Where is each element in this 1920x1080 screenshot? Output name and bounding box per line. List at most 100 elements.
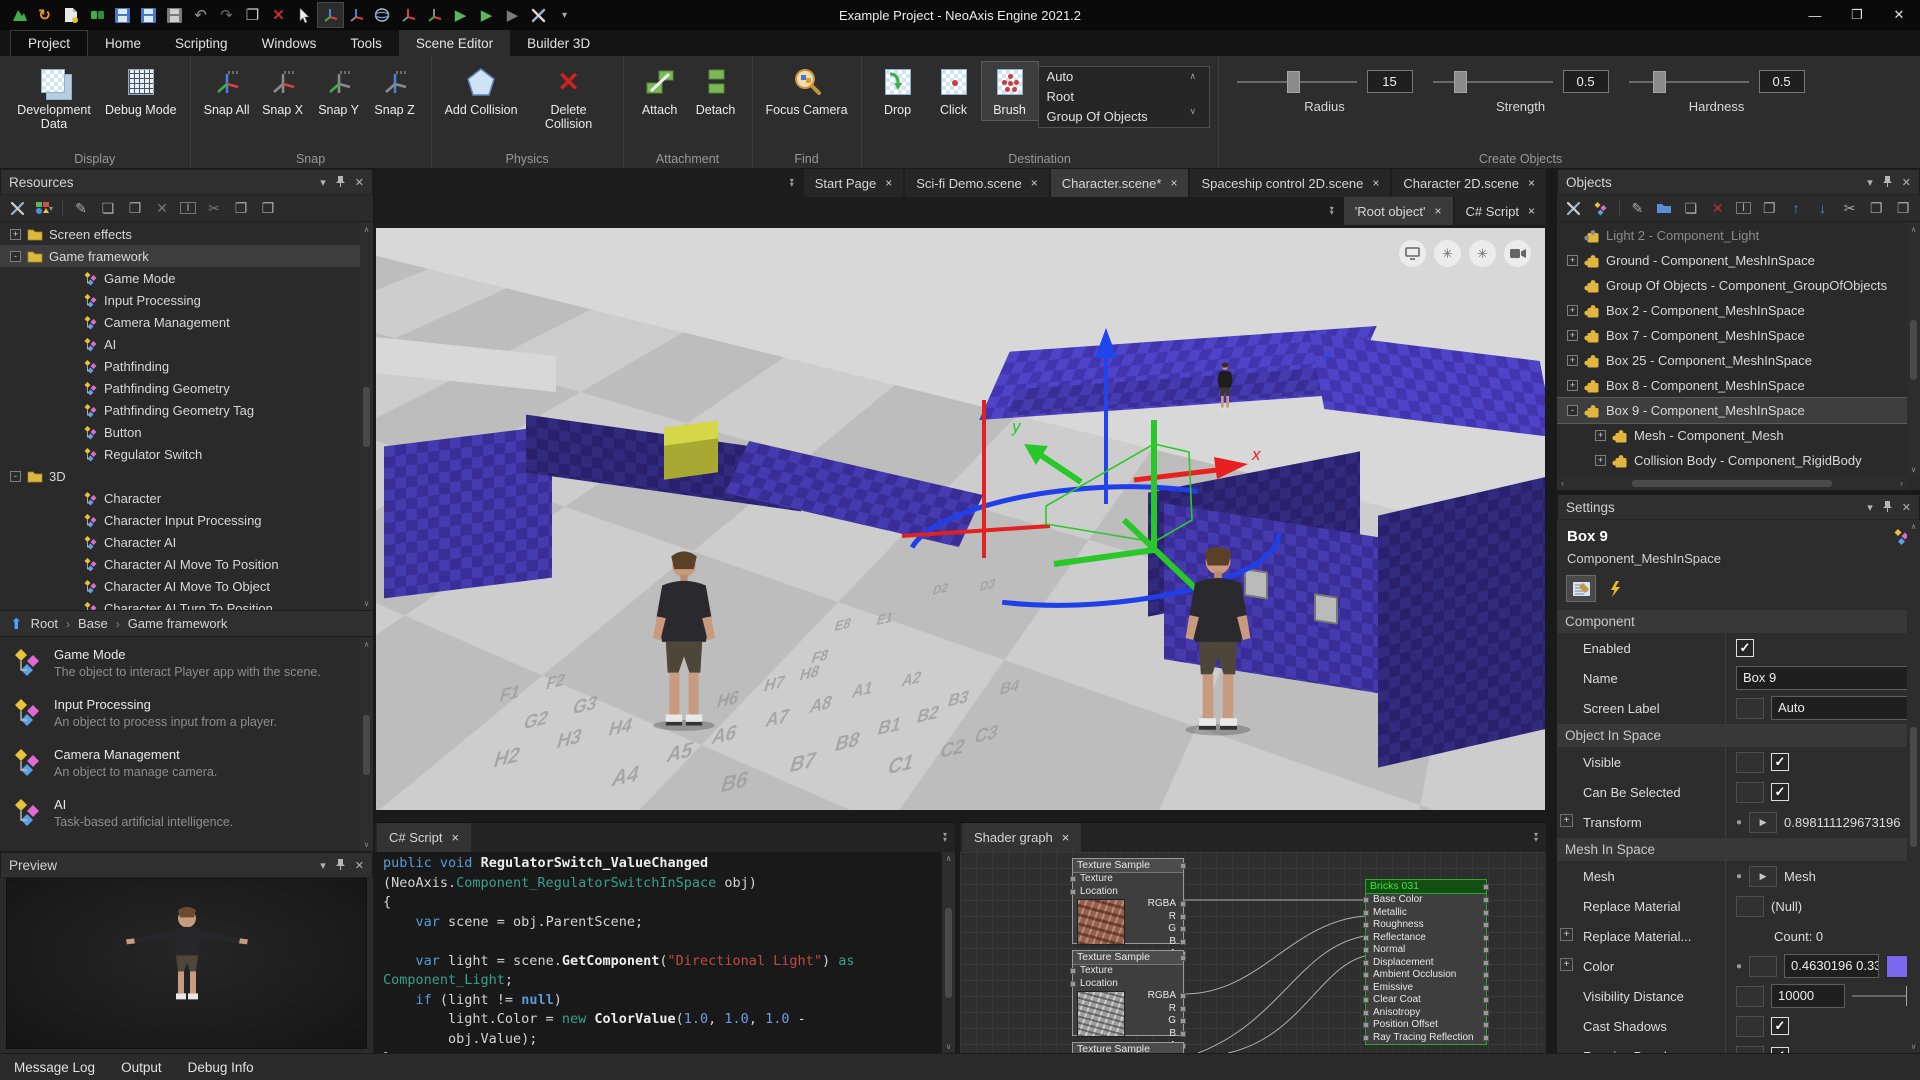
new-file-icon[interactable] — [58, 3, 83, 27]
status-bar-item[interactable]: Message Log — [14, 1060, 95, 1075]
pin-icon[interactable] — [336, 175, 345, 190]
member-item[interactable]: Camera ManagementAn object to manage cam… — [0, 738, 373, 788]
click-button[interactable]: Click — [926, 62, 982, 120]
pin-icon[interactable] — [1883, 500, 1892, 515]
component-icon[interactable] — [1592, 201, 1610, 216]
resources-members[interactable]: ∧∨ Game ModeThe object to interact Playe… — [0, 638, 373, 852]
delete-icon[interactable]: ✕ — [266, 3, 291, 27]
objects-tree[interactable]: ∧∨ Light 2 - Component_Light + Ground - … — [1557, 223, 1920, 476]
texture-sample-node-clipped[interactable]: Texture Sample — [1072, 1042, 1184, 1053]
resource-tree-item[interactable]: Camera Management — [0, 311, 373, 333]
close-tab-icon[interactable]: × — [1528, 204, 1535, 218]
delete-icon[interactable]: ✕ — [153, 200, 171, 217]
attach-button[interactable]: Attach — [632, 62, 688, 120]
save-icon[interactable] — [110, 3, 135, 27]
refresh-icon[interactable]: ↻ — [32, 3, 57, 27]
play-disabled-icon[interactable]: ▶ — [500, 3, 525, 27]
resource-tree-item[interactable]: - 3D — [0, 465, 373, 487]
document-tab[interactable]: Character.scene* × — [1051, 169, 1189, 197]
move-up-icon[interactable]: ↑ — [1787, 200, 1805, 216]
section-mesh-in-space[interactable]: Mesh In Space — [1557, 837, 1920, 861]
bricks-material-node[interactable]: Bricks 031 Base ColorMetallicRoughnessRe… — [1365, 879, 1487, 1045]
play-value-button[interactable]: ▶ — [1749, 866, 1777, 887]
destination-option[interactable]: Group Of Objects — [1039, 107, 1209, 127]
expander[interactable]: + — [10, 229, 21, 240]
panel-menu-icon[interactable]: ▾ — [1867, 176, 1873, 189]
document-tab[interactable]: Sci-fi Demo.scene × — [905, 169, 1049, 197]
default-box[interactable] — [1736, 782, 1764, 803]
close-tab-icon[interactable]: × — [1170, 176, 1177, 190]
ribbon-tab[interactable]: Scripting — [158, 30, 245, 56]
object-tree-item[interactable]: Group Of Objects - Component_GroupOfObje… — [1557, 273, 1920, 298]
move-snap-tool-icon[interactable] — [344, 3, 369, 27]
camera-icon[interactable] — [1504, 240, 1531, 267]
close-tab-icon[interactable]: × — [1528, 176, 1535, 190]
name-input[interactable]: Box 9 — [1736, 666, 1914, 690]
move-down-icon[interactable]: ↓ — [1814, 200, 1832, 216]
select-tool-icon[interactable] — [292, 3, 317, 27]
pin-icon[interactable] — [1883, 175, 1892, 190]
toolbar-overflow-icon[interactable]: ▾ — [552, 3, 577, 27]
folder-icon[interactable] — [1655, 202, 1673, 214]
default-box[interactable] — [1736, 986, 1764, 1007]
tab-properties[interactable] — [1567, 576, 1595, 601]
duplicate-icon[interactable]: ❐ — [1760, 200, 1778, 217]
delete-icon[interactable]: ✕ — [1709, 200, 1727, 217]
debug-mode-button[interactable]: Debug Mode — [100, 62, 182, 120]
sub-tab[interactable]: 'Root object' × — [1344, 197, 1453, 225]
cut-icon[interactable]: ✂ — [1841, 200, 1859, 217]
code-scrollbar[interactable]: ∧∨ — [942, 852, 955, 1053]
play-solution-icon[interactable]: ▶ — [474, 3, 499, 27]
document-tab[interactable]: Spaceship control 2D.scene × — [1190, 169, 1390, 197]
texture-sample-node[interactable]: Texture Sample TextureLocation RGBARGBA — [1072, 858, 1184, 944]
resource-tree-item[interactable]: Pathfinding Geometry — [0, 377, 373, 399]
save-all-icon[interactable] — [162, 3, 187, 27]
rename-icon[interactable]: I — [1736, 202, 1752, 214]
expander[interactable]: - — [10, 471, 21, 482]
color-value-input[interactable]: 0.4630196 0.33 — [1784, 954, 1879, 978]
snap-x-button[interactable]: Snap X — [255, 62, 311, 120]
paste-icon[interactable]: ❒ — [259, 200, 277, 217]
enabled-checkbox[interactable]: ✓ — [1736, 639, 1754, 657]
cut-icon[interactable]: ✂ — [205, 200, 223, 217]
paste-icon[interactable]: ❒ — [1894, 200, 1912, 217]
settings-scrollbar[interactable]: ∧∨ — [1907, 520, 1920, 1053]
default-box[interactable] — [1749, 956, 1777, 977]
delete-collision-button[interactable]: ✕ Delete Collision — [523, 62, 615, 135]
ribbon-tab[interactable]: Project — [10, 30, 88, 56]
expander[interactable]: + — [1567, 380, 1578, 391]
default-box[interactable] — [1736, 752, 1764, 773]
ribbon-tab[interactable]: Windows — [245, 30, 334, 56]
object-tree-item[interactable]: + Box 7 - Component_MeshInSpace — [1557, 323, 1920, 348]
default-box[interactable] — [1736, 1016, 1764, 1037]
close-tab-icon[interactable]: × — [1062, 830, 1070, 845]
brush-button[interactable]: Brush — [982, 62, 1038, 120]
member-item[interactable]: Input ProcessingAn object to process inp… — [0, 688, 373, 738]
visibility-distance-input[interactable]: 10000 — [1771, 984, 1845, 1008]
objects-hscrollbar[interactable]: ‹› — [1557, 476, 1907, 490]
tree-scrollbar[interactable]: ∧∨ — [360, 223, 373, 610]
copy-icon[interactable]: ❐ — [1867, 200, 1885, 217]
tab-events[interactable] — [1601, 576, 1629, 601]
sub-tab[interactable]: C# Script × — [1455, 197, 1546, 225]
strength-value[interactable]: 0.5 — [1563, 70, 1609, 93]
resource-tree-item[interactable]: AI — [0, 333, 373, 355]
object-tree-item[interactable]: + Box 8 - Component_MeshInSpace — [1557, 373, 1920, 398]
minimize-button[interactable]: — — [1794, 0, 1836, 30]
snap-y-button[interactable]: Snap Y — [311, 62, 367, 120]
redo-icon[interactable]: ↷ — [214, 3, 239, 27]
resource-tree-item[interactable]: - Game framework — [0, 245, 373, 267]
member-item[interactable]: AITask-based artificial intelligence. — [0, 788, 373, 838]
shader-graph-tab[interactable]: Shader graph× — [962, 823, 1081, 853]
expander[interactable]: - — [1567, 405, 1578, 416]
expander[interactable]: - — [10, 251, 21, 262]
duplicate-icon[interactable]: ❐ — [240, 3, 265, 27]
expand-icon[interactable]: + — [1560, 814, 1573, 827]
snap-all-button[interactable]: Snap All — [199, 62, 255, 120]
resource-tree-item[interactable]: Character AI Move To Position — [0, 553, 373, 575]
save-as-icon[interactable] — [136, 3, 161, 27]
object-tree-item[interactable]: Light 2 - Component_Light — [1557, 223, 1920, 248]
screen-label-dropdown[interactable]: Auto — [1771, 696, 1920, 720]
resource-tree-item[interactable]: Button — [0, 421, 373, 443]
mesh-value[interactable]: Mesh — [1784, 869, 1816, 884]
